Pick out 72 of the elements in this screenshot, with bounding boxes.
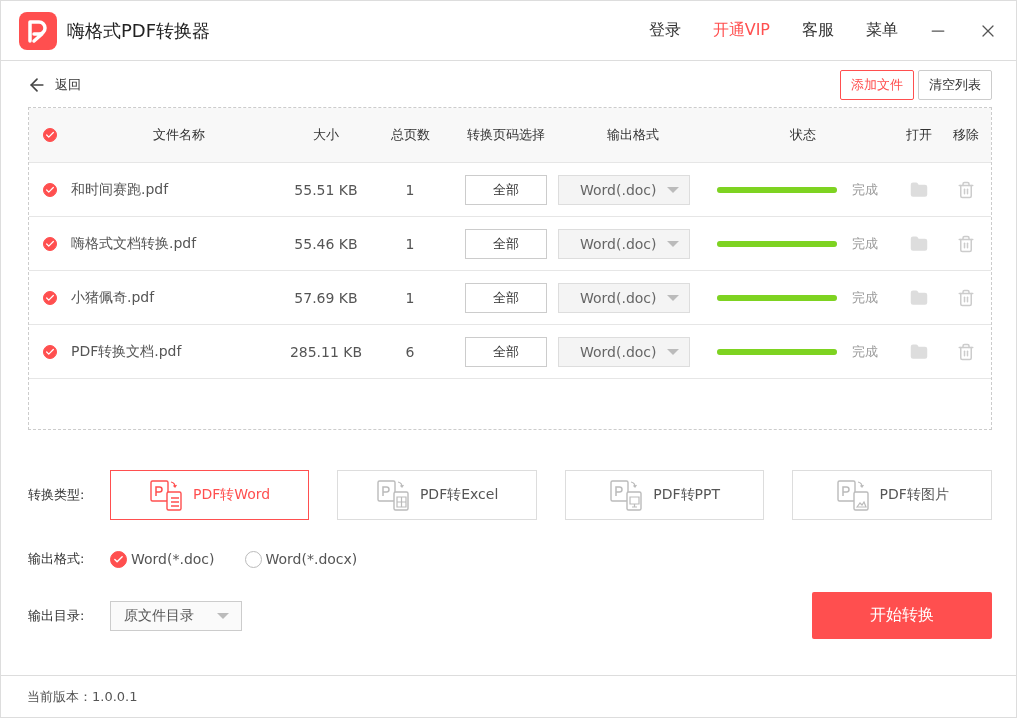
- version-text: 当前版本：1.0.0.1: [27, 687, 138, 706]
- page-count: 6: [404, 343, 416, 360]
- clear-list-button[interactable]: 清空列表: [918, 70, 992, 100]
- checkmark-icon: [45, 184, 55, 195]
- conversion-type-option[interactable]: PDF转PPT: [564, 470, 765, 520]
- trash-icon[interactable]: [957, 342, 975, 361]
- file-name: PDF转换文档.pdf: [71, 342, 183, 361]
- checkmark-icon: [45, 346, 55, 357]
- file-size: 55.51 KB: [293, 181, 359, 198]
- checkmark-icon: [45, 292, 55, 303]
- checkmark-icon: [45, 130, 55, 140]
- document-conversion-icon: [148, 478, 183, 512]
- file-size: 57.69 KB: [293, 289, 359, 306]
- page-count: 1: [404, 289, 416, 306]
- status-text: 完成: [852, 234, 878, 253]
- trash-icon[interactable]: [957, 234, 975, 253]
- page-range-field[interactable]: 全部: [465, 174, 547, 205]
- file-name: 小猪佩奇.pdf: [71, 288, 156, 307]
- row-checkbox[interactable]: [43, 236, 57, 251]
- document-conversion-icon: [609, 478, 644, 512]
- back-link[interactable]: 返回: [27, 75, 832, 95]
- page-count: 1: [404, 181, 416, 198]
- nav-link[interactable]: 客服: [802, 20, 834, 41]
- row-checkbox[interactable]: [43, 344, 57, 359]
- status-text: 完成: [852, 342, 878, 361]
- format-dropdown[interactable]: Word(.doc): [558, 174, 690, 205]
- column-header: 总页数: [389, 126, 431, 144]
- format-dropdown[interactable]: Word(.doc): [558, 336, 690, 367]
- column-header: 大小: [312, 126, 340, 144]
- output-dir-dropdown[interactable]: 原文件目录: [110, 600, 242, 631]
- row-checkbox[interactable]: [43, 290, 57, 305]
- trash-icon[interactable]: [957, 288, 975, 307]
- page-count: 1: [404, 235, 416, 252]
- format-radio[interactable]: Word(*.doc): [110, 550, 215, 568]
- nav-link[interactable]: 菜单: [866, 20, 898, 41]
- column-header: 移除: [952, 126, 980, 144]
- trash-icon[interactable]: [957, 180, 975, 199]
- output-format-label: 输出格式:: [28, 550, 86, 568]
- format-radio[interactable]: Word(*.docx): [244, 550, 358, 568]
- conversion-type-option[interactable]: PDF转Excel: [337, 470, 537, 520]
- checkmark-icon: [45, 238, 55, 249]
- select-all-checkbox[interactable]: [43, 128, 57, 142]
- checkmark-icon: [113, 553, 124, 565]
- column-header: 状态: [789, 126, 817, 144]
- format-dropdown[interactable]: Word(.doc): [558, 228, 690, 259]
- window-title: 嗨格式PDF转换器: [67, 18, 212, 43]
- file-name: 嗨格式文档转换.pdf: [71, 234, 198, 253]
- page-range-field[interactable]: 全部: [465, 282, 547, 313]
- page-range-field[interactable]: 全部: [465, 336, 547, 367]
- file-size: 285.11 KB: [288, 343, 364, 360]
- row-checkbox[interactable]: [43, 182, 57, 197]
- format-dropdown[interactable]: Word(.doc): [558, 282, 690, 313]
- conversion-type-label: 转换类型:: [28, 486, 86, 504]
- column-header: 转换页码选择: [466, 126, 546, 144]
- page-range-field[interactable]: 全部: [465, 228, 547, 259]
- nav-link[interactable]: 登录: [648, 20, 681, 41]
- column-header: 打开: [905, 126, 933, 144]
- conversion-type-option[interactable]: PDF转图片: [792, 470, 992, 520]
- app-logo-icon: [19, 11, 57, 50]
- column-header: 输出格式: [606, 126, 660, 144]
- document-conversion-icon: [835, 478, 870, 512]
- folder-icon[interactable]: [910, 288, 928, 307]
- status-text: 完成: [852, 288, 878, 307]
- folder-icon[interactable]: [910, 180, 928, 199]
- folder-icon[interactable]: [910, 234, 928, 253]
- file-name: 和时间赛跑.pdf: [71, 180, 170, 199]
- file-size: 55.46 KB: [293, 235, 359, 252]
- column-header: 文件名称: [151, 126, 206, 144]
- folder-icon[interactable]: [910, 342, 928, 361]
- document-conversion-icon: [375, 478, 410, 512]
- output-dir-label: 输出目录:: [28, 606, 86, 625]
- status-text: 完成: [852, 180, 878, 199]
